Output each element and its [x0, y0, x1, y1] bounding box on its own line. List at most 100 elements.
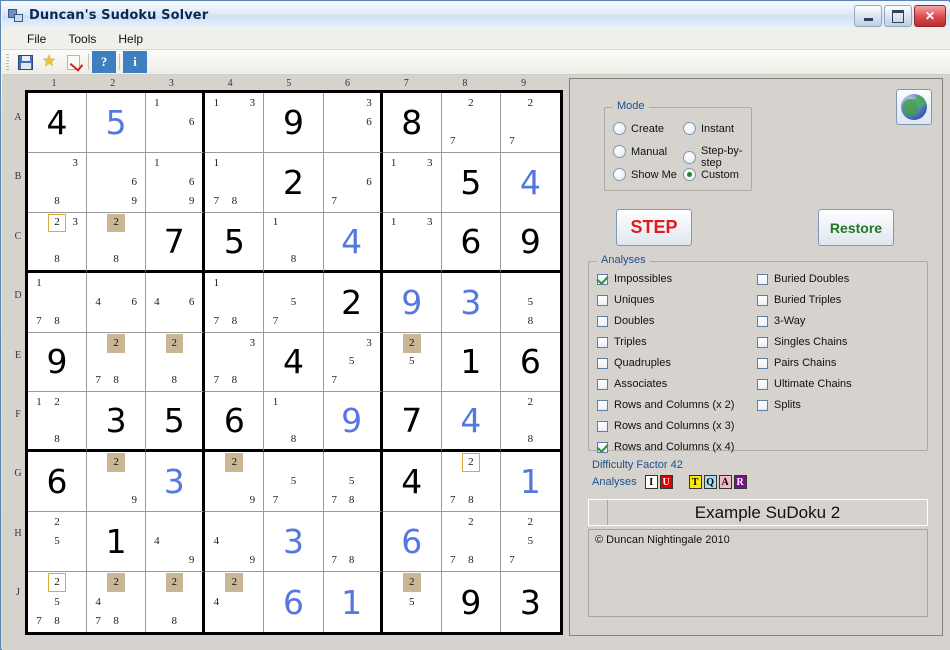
cell-H3[interactable]: 49: [146, 512, 206, 573]
cell-H8[interactable]: 2 78: [441, 512, 501, 573]
cell-G4[interactable]: 29: [205, 452, 265, 513]
cell-E1[interactable]: 9: [28, 332, 88, 393]
cell-C4[interactable]: 5: [205, 212, 265, 273]
analysis-checkbox-buried-doubles[interactable]: Buried Doubles: [757, 273, 849, 285]
cell-H2[interactable]: 1: [87, 512, 147, 573]
cell-J3[interactable]: 28: [146, 572, 206, 632]
help-question-button[interactable]: ?: [92, 51, 116, 73]
cell-B4[interactable]: 1 78: [205, 152, 265, 213]
menu-file[interactable]: File: [16, 30, 57, 48]
cell-D3[interactable]: 46: [146, 272, 206, 333]
cell-B9[interactable]: 4: [500, 152, 560, 213]
puzzle-title-field[interactable]: Example SuDoku 2: [588, 499, 928, 526]
cell-G8[interactable]: 2 78: [441, 452, 501, 513]
cell-B8[interactable]: 5: [441, 152, 501, 213]
cell-E8[interactable]: 1: [441, 332, 501, 393]
cell-J2[interactable]: 24 78: [87, 572, 147, 632]
analysis-checkbox-triples[interactable]: Triples: [597, 336, 647, 348]
analysis-checkbox-3-way[interactable]: 3-Way: [757, 315, 805, 327]
analysis-checkbox-ultimate-chains[interactable]: Ultimate Chains: [757, 378, 852, 390]
analysis-checkbox-rows-and-columns-x-2-[interactable]: Rows and Columns (x 2): [597, 399, 734, 411]
notes-field[interactable]: © Duncan Nightingale 2010: [588, 529, 928, 617]
cell-D8[interactable]: 3: [441, 272, 501, 333]
analysis-checkbox-singles-chains[interactable]: Singles Chains: [757, 336, 847, 348]
cell-H1[interactable]: 25: [28, 512, 88, 573]
analysis-checkbox-uniques[interactable]: Uniques: [597, 294, 654, 306]
cell-D9[interactable]: 58: [500, 272, 560, 333]
cell-E2[interactable]: 2 78: [87, 332, 147, 393]
cell-H7[interactable]: 6: [382, 512, 442, 573]
cell-G3[interactable]: 3: [146, 452, 206, 513]
cell-E4[interactable]: 3 78: [205, 332, 265, 393]
analysis-checkbox-rows-and-columns-x-3-[interactable]: Rows and Columns (x 3): [597, 420, 734, 432]
globe-icon[interactable]: [896, 89, 932, 125]
cell-H4[interactable]: 49: [205, 512, 265, 573]
analysis-checkbox-quadruples[interactable]: Quadruples: [597, 357, 671, 369]
cell-H6[interactable]: 78: [323, 512, 383, 573]
cell-F6[interactable]: 9: [323, 392, 383, 453]
cell-G9[interactable]: 1: [500, 452, 560, 513]
cell-F3[interactable]: 5: [146, 392, 206, 453]
cell-A2[interactable]: 5: [87, 93, 147, 153]
cell-B1[interactable]: 38: [28, 152, 88, 213]
sudoku-grid[interactable]: 4516139368272738691691782671354238287518…: [25, 90, 563, 635]
cell-B5[interactable]: 2: [264, 152, 324, 213]
mode-radio-custom[interactable]: Custom: [683, 168, 739, 181]
cell-F1[interactable]: 12 8: [28, 392, 88, 453]
analysis-checkbox-doubles[interactable]: Doubles: [597, 315, 654, 327]
cell-C3[interactable]: 7: [146, 212, 206, 273]
analysis-checkbox-associates[interactable]: Associates: [597, 378, 667, 390]
cell-H9[interactable]: 2 57: [500, 512, 560, 573]
cell-J6[interactable]: 1: [323, 572, 383, 632]
cell-J9[interactable]: 3: [500, 572, 560, 632]
cell-A6[interactable]: 36: [323, 93, 383, 153]
cell-C6[interactable]: 4: [323, 212, 383, 273]
cell-J5[interactable]: 6: [264, 572, 324, 632]
cell-E6[interactable]: 357: [323, 332, 383, 393]
cell-A7[interactable]: 8: [382, 93, 442, 153]
cell-A3[interactable]: 16: [146, 93, 206, 153]
cell-E9[interactable]: 6: [500, 332, 560, 393]
mode-radio-show-me[interactable]: Show Me: [613, 168, 677, 181]
cell-A4[interactable]: 13: [205, 93, 265, 153]
cell-C9[interactable]: 9: [500, 212, 560, 273]
cell-C5[interactable]: 18: [264, 212, 324, 273]
cell-F2[interactable]: 3: [87, 392, 147, 453]
cell-C2[interactable]: 28: [87, 212, 147, 273]
analysis-checkbox-splits[interactable]: Splits: [757, 399, 801, 411]
cell-J4[interactable]: 24: [205, 572, 265, 632]
cell-J8[interactable]: 9: [441, 572, 501, 632]
cell-A1[interactable]: 4: [28, 93, 88, 153]
analysis-checkbox-buried-triples[interactable]: Buried Triples: [757, 294, 841, 306]
info-button[interactable]: i: [123, 51, 147, 73]
cell-F5[interactable]: 18: [264, 392, 324, 453]
save-icon[interactable]: [13, 51, 37, 73]
cell-B2[interactable]: 69: [87, 152, 147, 213]
cell-E5[interactable]: 4: [264, 332, 324, 393]
cell-D1[interactable]: 1 78: [28, 272, 88, 333]
cell-A9[interactable]: 27: [500, 93, 560, 153]
analysis-checkbox-pairs-chains[interactable]: Pairs Chains: [757, 357, 836, 369]
mode-radio-manual[interactable]: Manual: [613, 145, 667, 158]
cell-A5[interactable]: 9: [264, 93, 324, 153]
cell-G2[interactable]: 29: [87, 452, 147, 513]
toolbar-grip[interactable]: [6, 54, 9, 70]
cell-C7[interactable]: 13: [382, 212, 442, 273]
cell-G5[interactable]: 57: [264, 452, 324, 513]
favorite-star-icon[interactable]: ★: [37, 51, 61, 73]
close-button[interactable]: ✕: [914, 5, 946, 27]
restore-button[interactable]: Restore: [818, 209, 894, 246]
mode-radio-create[interactable]: Create: [613, 122, 664, 135]
cell-J1[interactable]: 2 578: [28, 572, 88, 632]
cell-G7[interactable]: 4: [382, 452, 442, 513]
cell-B6[interactable]: 67: [323, 152, 383, 213]
step-button[interactable]: STEP: [616, 209, 692, 246]
analysis-checkbox-rows-and-columns-x-4-[interactable]: Rows and Columns (x 4): [597, 441, 734, 453]
cell-C8[interactable]: 6: [441, 212, 501, 273]
cell-F9[interactable]: 28: [500, 392, 560, 453]
cell-B7[interactable]: 13: [382, 152, 442, 213]
check-page-icon[interactable]: [61, 51, 85, 73]
cell-D5[interactable]: 57: [264, 272, 324, 333]
cell-G1[interactable]: 6: [28, 452, 88, 513]
cell-J7[interactable]: 25: [382, 572, 442, 632]
